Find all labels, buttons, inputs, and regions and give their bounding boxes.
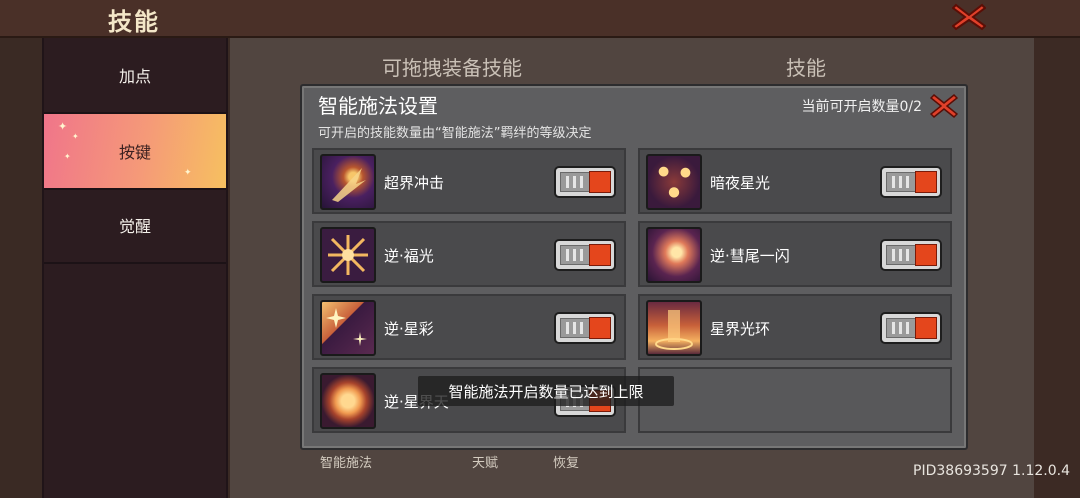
sidebar: 加点 ✦ ✦ ✦ ✦ 按键 觉醒 xyxy=(42,38,228,498)
skill-name: 逆·彗尾一闪 xyxy=(710,247,790,265)
panel-edge xyxy=(1034,38,1080,498)
sidebar-item-add-points[interactable]: 加点 xyxy=(44,38,226,114)
page-title: 技能 xyxy=(108,8,160,36)
skill-toggle[interactable] xyxy=(880,239,942,271)
star-halo-icon xyxy=(646,300,702,356)
skill-toggle[interactable] xyxy=(880,312,942,344)
cross-light-icon xyxy=(320,227,376,283)
close-icon[interactable] xyxy=(951,2,987,32)
skill-toggle[interactable] xyxy=(554,312,616,344)
skills-heading: 技能 xyxy=(786,56,826,80)
skill-name: 超界冲击 xyxy=(384,174,445,192)
enabled-count: 当前可开启数量0/2 xyxy=(801,99,922,115)
skill-name: 星界光环 xyxy=(710,320,771,338)
skill-card: 超界冲击 xyxy=(312,148,626,214)
skill-toggle[interactable] xyxy=(880,166,942,198)
restore-button[interactable]: 恢复 xyxy=(553,452,579,471)
dialog-subtitle: 可开启的技能数量由“智能施法”羁绊的等级决定 xyxy=(318,126,592,141)
sparkle-icon: ✦ xyxy=(72,132,79,141)
skill-card: 星界光环 xyxy=(638,294,952,360)
skill-name: 逆·星彩 xyxy=(384,320,434,338)
comet-strike-icon xyxy=(320,154,376,210)
sidebar-item-awaken[interactable]: 觉醒 xyxy=(44,188,226,264)
sparkle-icon: ✦ xyxy=(58,120,68,133)
skill-toggle[interactable] xyxy=(554,166,616,198)
sparkle-icon: ✦ xyxy=(64,152,71,161)
comet-tail-icon xyxy=(646,227,702,283)
build-version: PID38693597 1.12.0.4 xyxy=(913,463,1070,479)
skill-card: 逆·福光 xyxy=(312,221,626,287)
skill-card: 暗夜星光 xyxy=(638,148,952,214)
night-stars-icon xyxy=(646,154,702,210)
dialog-close-icon[interactable] xyxy=(929,92,959,120)
skill-name: 逆·福光 xyxy=(384,247,434,265)
empty-skill-slot xyxy=(638,367,952,433)
skill-name: 暗夜星光 xyxy=(710,174,771,192)
smart-cast-button[interactable]: 智能施法 xyxy=(320,452,372,471)
dialog-title: 智能施法设置 xyxy=(318,94,438,118)
skill-toggle[interactable] xyxy=(554,239,616,271)
limit-reached-toast: 智能施法开启数量已达到上限 xyxy=(418,376,674,406)
sidebar-item-keys[interactable]: ✦ ✦ ✦ ✦ 按键 xyxy=(44,114,226,190)
sparkle-icon: ✦ xyxy=(184,168,192,178)
top-bar: 技能 xyxy=(0,0,1080,38)
sidebar-item-label: 加点 xyxy=(118,67,151,86)
skill-card: 逆·彗尾一闪 xyxy=(638,221,952,287)
sidebar-item-label: 按键 xyxy=(118,143,151,162)
draggable-skills-heading: 可拖拽装备技能 xyxy=(382,56,522,80)
star-sphere-icon xyxy=(320,373,376,429)
sidebar-item-label: 觉醒 xyxy=(118,217,151,236)
skill-card: 逆·星彩 xyxy=(312,294,626,360)
star-slash-icon xyxy=(320,300,376,356)
talent-button[interactable]: 天赋 xyxy=(472,452,498,471)
